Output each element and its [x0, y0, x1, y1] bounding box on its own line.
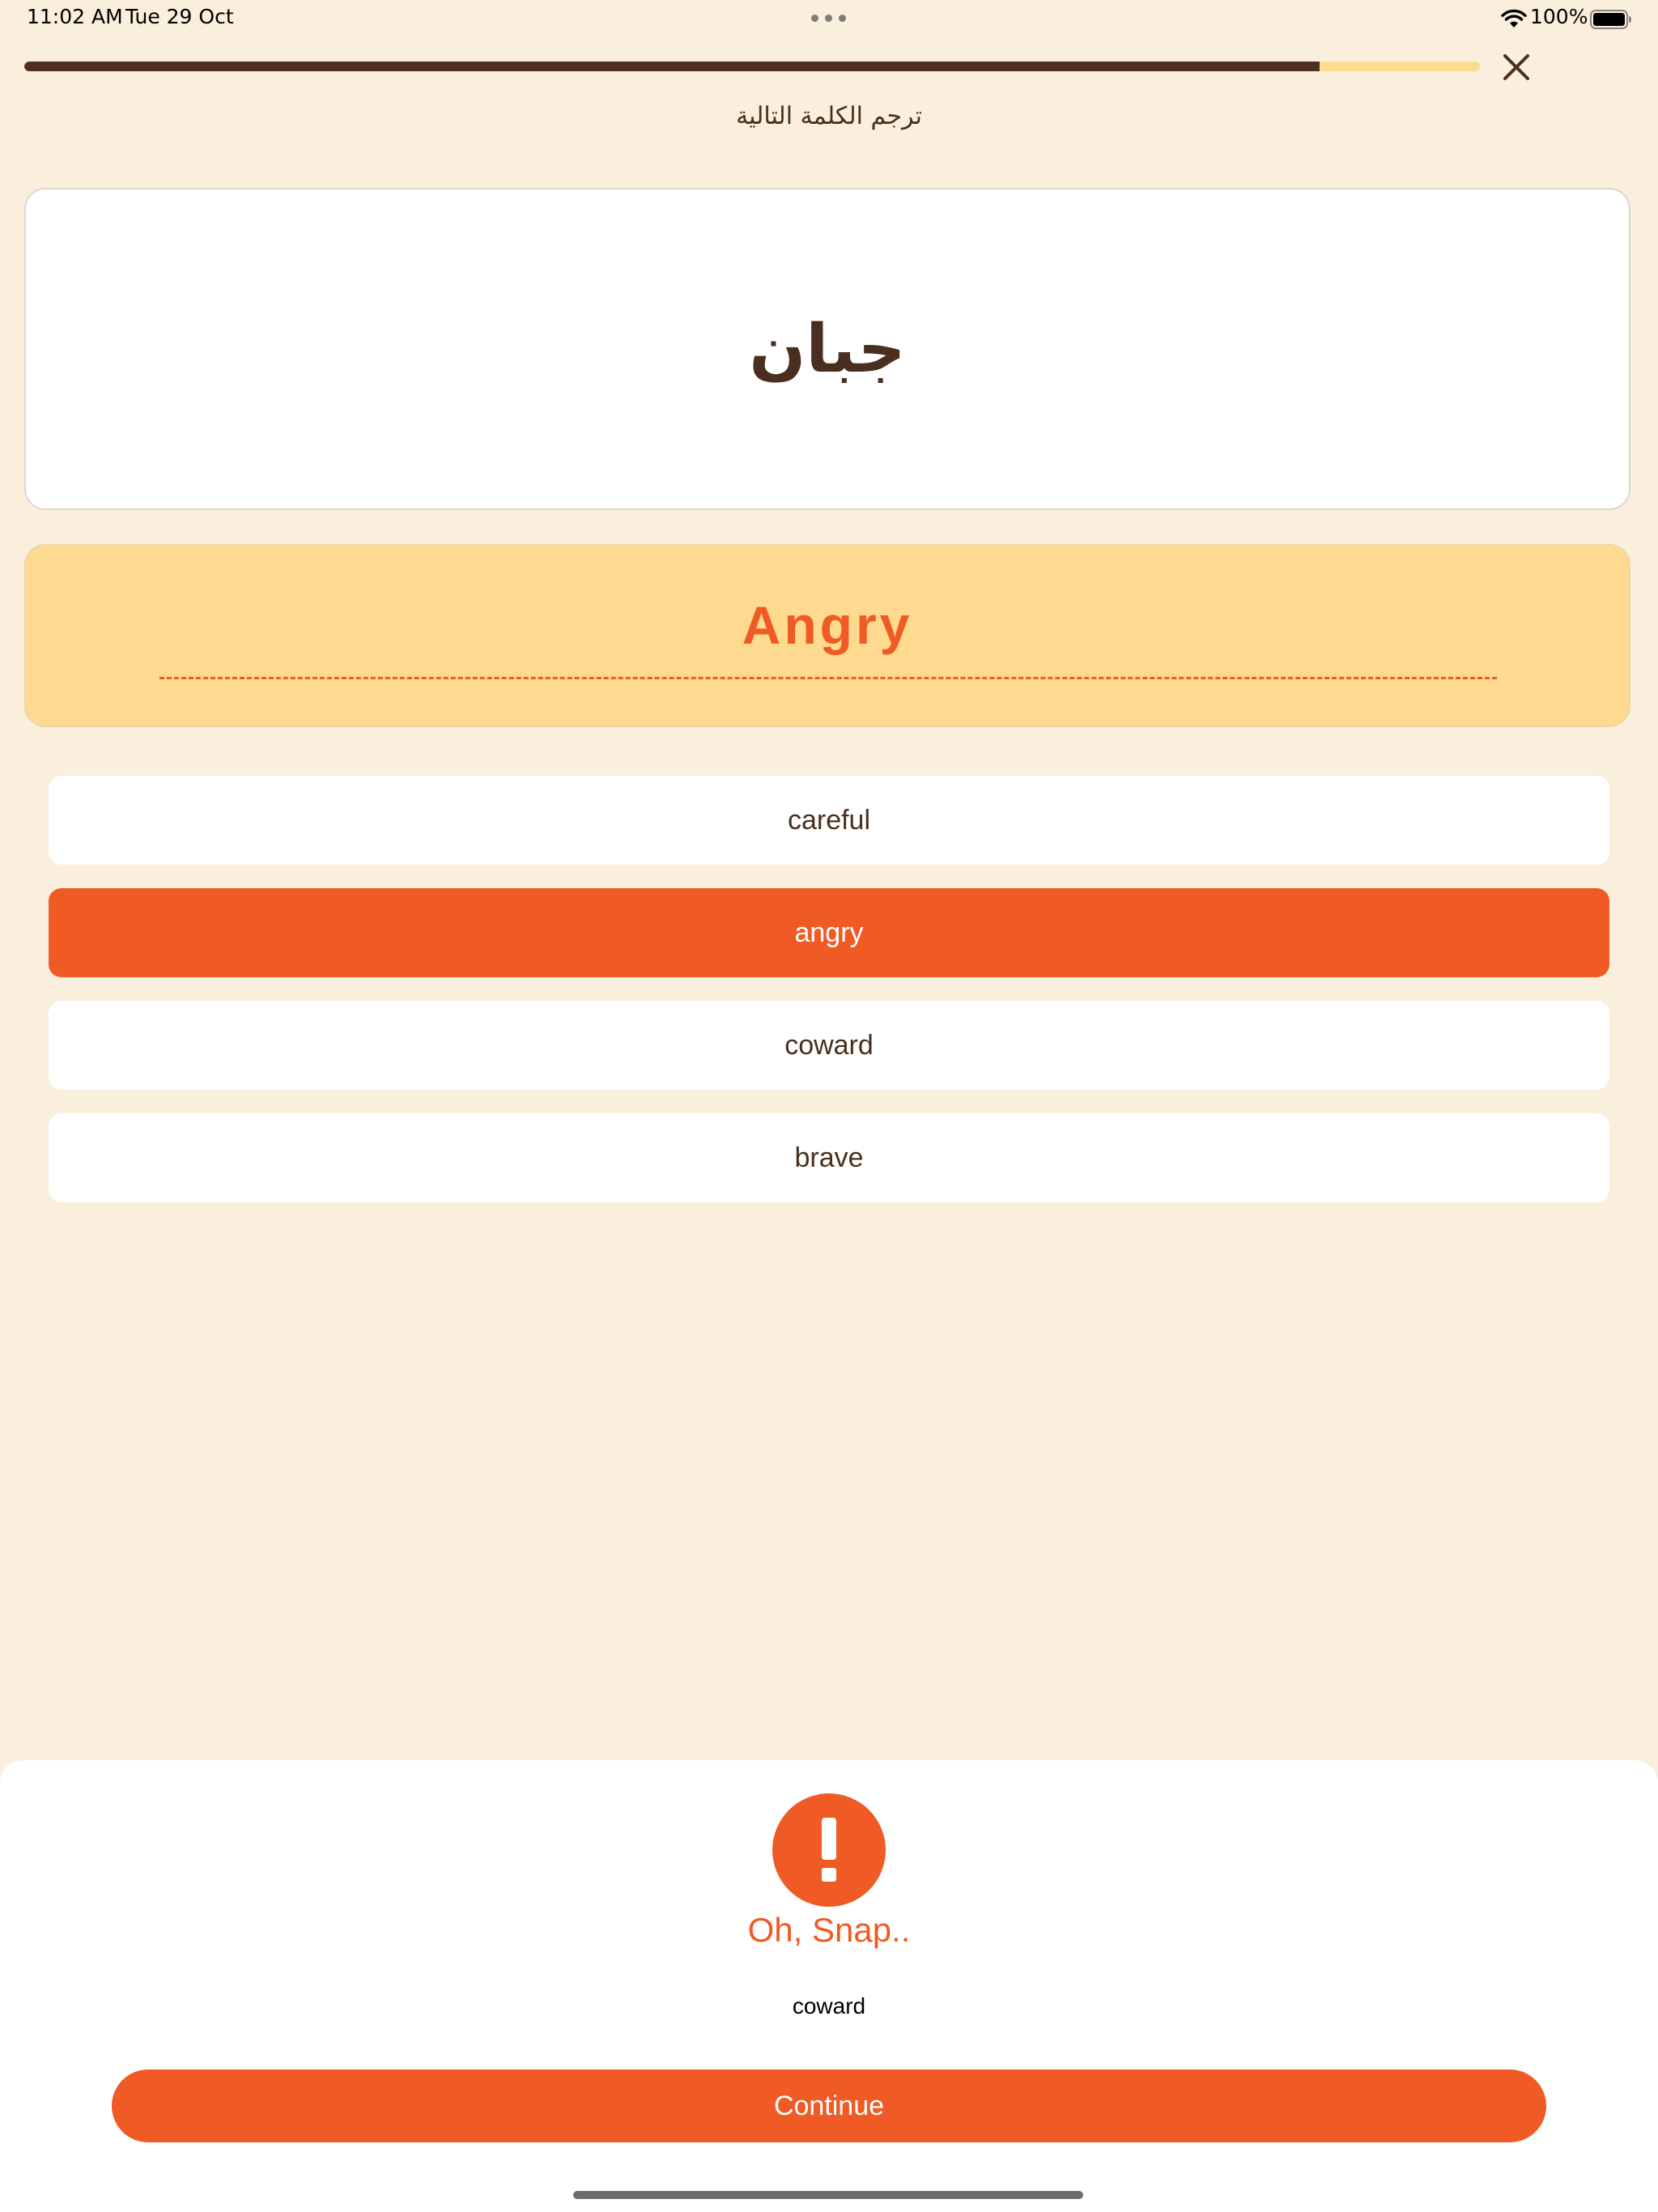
close-icon[interactable]	[1498, 49, 1535, 86]
option-coward[interactable]: coward	[49, 1001, 1609, 1090]
lesson-progress-bar	[24, 62, 1480, 71]
answer-underline	[159, 677, 1497, 679]
status-date: Tue 29 Oct	[125, 5, 234, 28]
multitasking-dots-icon[interactable]	[811, 15, 846, 22]
status-time: 11:02 AM	[27, 5, 123, 28]
feedback-title: Oh, Snap..	[747, 1911, 911, 1949]
continue-button[interactable]: Continue	[112, 2069, 1546, 2142]
home-indicator[interactable]	[573, 2191, 1083, 2199]
battery-icon	[1590, 10, 1631, 29]
question-word: جبان	[749, 311, 906, 388]
correct-answer-text: coward	[792, 1993, 866, 2018]
option-angry[interactable]: angry	[49, 888, 1609, 977]
word-card: جبان	[24, 188, 1630, 510]
selected-answer-text: Angry	[742, 595, 913, 655]
option-brave[interactable]: brave	[49, 1113, 1609, 1202]
answer-card: Angry	[24, 544, 1630, 727]
exclamation-icon	[772, 1793, 886, 1907]
option-careful[interactable]: careful	[49, 776, 1609, 865]
lesson-progress-fill	[24, 62, 1320, 71]
battery-percent: 100%	[1530, 5, 1588, 28]
instruction-text: ترجم الكلمة التالية	[736, 102, 922, 130]
wifi-icon	[1501, 9, 1527, 28]
status-bar: 11:02 AM Tue 29 Oct 100%	[0, 0, 1658, 39]
